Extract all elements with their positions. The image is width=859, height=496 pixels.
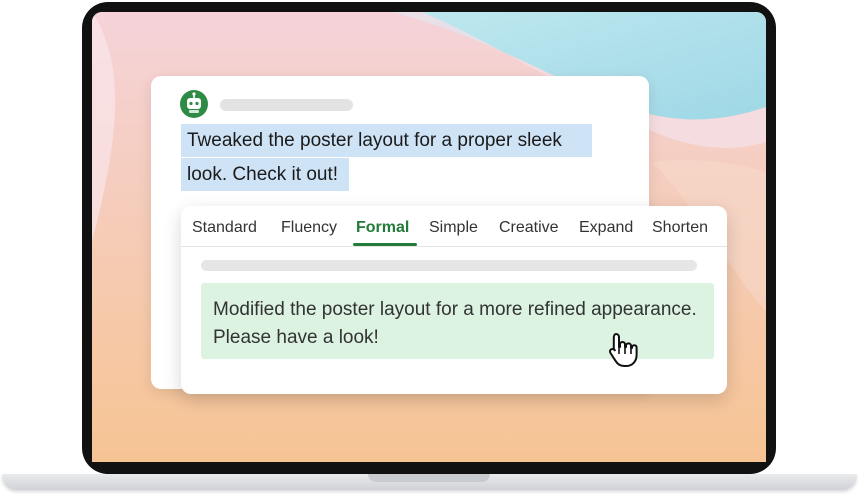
tab-standard[interactable]: Standard [192,219,257,237]
tab-expand[interactable]: Expand [579,219,633,237]
robot-icon [180,90,208,118]
hand-pointer-icon [604,330,644,370]
sender-name-placeholder [220,99,353,111]
tab-simple[interactable]: Simple [429,219,478,237]
rewrite-tabs: Standard Fluency Formal Simple Creative … [181,206,727,247]
tab-formal[interactable]: Formal [356,219,409,237]
rewrite-panel: Standard Fluency Formal Simple Creative … [181,206,727,394]
loading-placeholder-bar [201,260,697,271]
tab-shorten[interactable]: Shorten [652,219,708,237]
tab-creative[interactable]: Creative [499,219,559,237]
laptop-notch [368,474,490,482]
message-text-line-2: look. Check it out! [181,158,349,191]
tab-fluency[interactable]: Fluency [281,219,337,237]
message-text-line-1: Tweaked the poster layout for a proper s… [181,124,592,157]
active-tab-indicator [353,243,417,246]
